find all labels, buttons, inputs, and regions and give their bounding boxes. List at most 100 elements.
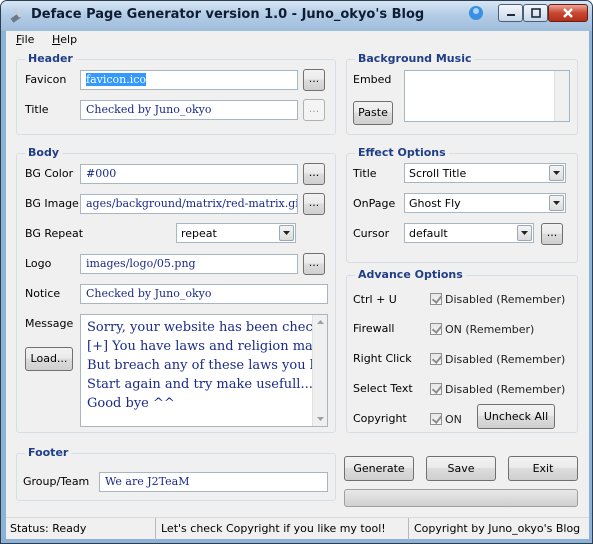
chevron-down-icon[interactable] xyxy=(549,195,564,211)
right-click-value: Disabled (Remember) xyxy=(445,353,566,366)
bg-image-input[interactable]: ages/background/matrix/red-matrix.gif xyxy=(80,194,298,214)
bg-repeat-label: BG Repeat xyxy=(25,227,84,240)
onpage-label: OnPage xyxy=(353,197,396,210)
embed-textarea[interactable] xyxy=(404,70,570,122)
advance-options-title: Advance Options xyxy=(355,268,466,281)
logo-label: Logo xyxy=(25,257,52,270)
notice-input[interactable]: Checked by Juno_okyo xyxy=(80,284,328,304)
menu-file-label: ile xyxy=(21,33,35,46)
effect-options-title: Effect Options xyxy=(355,146,449,159)
cursor-browse-button[interactable]: ... xyxy=(541,223,563,245)
checkbox-checked-icon[interactable] xyxy=(430,323,442,335)
favicon-input[interactable]: favicon.ico xyxy=(80,70,298,90)
firewall-checkbox[interactable]: ON (Remember) xyxy=(430,323,534,336)
favicon-input-value: favicon.ico xyxy=(86,73,147,86)
orb-icon[interactable] xyxy=(465,4,487,22)
notice-label: Notice xyxy=(25,287,61,300)
bg-color-input[interactable]: #000 xyxy=(80,164,298,184)
embed-scrollbar[interactable] xyxy=(554,71,569,121)
select-text-checkbox[interactable]: Disabled (Remember) xyxy=(430,383,565,396)
select-text-label: Select Text xyxy=(353,382,413,395)
message-textarea[interactable]: Sorry, your website has been check [+] Y… xyxy=(80,314,328,427)
title-browse-button[interactable]: ... xyxy=(303,99,325,121)
chevron-down-icon[interactable] xyxy=(279,225,294,241)
copyright-checkbox[interactable]: ON xyxy=(430,413,462,426)
paste-button[interactable]: Paste xyxy=(353,101,393,125)
chevron-down-icon[interactable] xyxy=(549,165,564,181)
message-line: Sorry, your website has been check xyxy=(87,320,321,335)
firewall-value: ON (Remember) xyxy=(445,323,535,336)
menu-help-label: elp xyxy=(60,33,78,46)
scroll-down-icon[interactable] xyxy=(314,415,327,423)
bg-image-browse-button[interactable]: ... xyxy=(303,193,325,215)
maximize-icon xyxy=(530,8,541,18)
message-line: [+] You have laws and religion make xyxy=(87,339,328,354)
exit-button[interactable]: Exit xyxy=(508,456,578,481)
copyright-label: Copyright xyxy=(353,412,407,425)
checkbox-checked-icon[interactable] xyxy=(430,353,442,365)
firewall-label: Firewall xyxy=(353,322,395,335)
message-scrollbar[interactable] xyxy=(312,315,327,426)
title-input[interactable]: Checked by Juno_okyo xyxy=(80,100,298,120)
chevron-down-icon[interactable] xyxy=(517,225,532,241)
checkbox-checked-icon[interactable] xyxy=(430,413,442,425)
cursor-select[interactable]: default xyxy=(404,223,534,243)
ctrl-u-checkbox[interactable]: Disabled (Remember) xyxy=(430,293,565,306)
scroll-up-icon[interactable] xyxy=(314,318,327,326)
close-button[interactable] xyxy=(548,4,588,22)
message-line: Good bye ^^ xyxy=(87,396,175,411)
uncheck-all-button[interactable]: Uncheck All xyxy=(477,404,555,429)
logo-browse-button[interactable]: ... xyxy=(303,253,325,275)
bg-image-label: BG Image xyxy=(25,197,79,210)
bg-color-picker-button[interactable]: ... xyxy=(303,163,325,185)
ctrl-u-value: Disabled (Remember) xyxy=(445,293,566,306)
checkbox-checked-icon[interactable] xyxy=(430,383,442,395)
menu-bar: File Help xyxy=(6,31,589,49)
bg-color-label: BG Color xyxy=(25,167,74,180)
checkbox-checked-icon[interactable] xyxy=(430,293,442,305)
message-label: Message xyxy=(25,317,74,330)
message-line: But breach any of these laws you be xyxy=(87,358,326,373)
onpage-select[interactable]: Ghost Fly xyxy=(404,193,566,213)
select-text-value: Disabled (Remember) xyxy=(445,383,566,396)
copyright-value: ON xyxy=(445,413,462,426)
group-team-input[interactable]: We are J2TeaM xyxy=(99,472,328,492)
close-icon xyxy=(563,8,573,18)
embed-label: Embed xyxy=(353,73,392,86)
right-click-label: Right Click xyxy=(353,352,412,365)
ctrl-u-label: Ctrl + U xyxy=(353,293,397,306)
status-message: Let's check Copyright if you like my too… xyxy=(157,518,409,540)
cursor-value: default xyxy=(409,227,448,240)
minimize-icon xyxy=(506,14,515,16)
save-button[interactable]: Save xyxy=(426,456,496,481)
maximize-button[interactable] xyxy=(523,4,548,22)
background-music-title: Background Music xyxy=(355,52,475,65)
bg-repeat-select[interactable]: repeat xyxy=(176,223,296,243)
status-copyright: Copyright by Juno_okyo's Blog xyxy=(414,522,581,535)
menu-help[interactable]: Help xyxy=(52,33,77,46)
right-click-checkbox[interactable]: Disabled (Remember) xyxy=(430,353,565,366)
body-group-title: Body xyxy=(25,146,62,159)
load-message-button[interactable]: Load... xyxy=(25,347,73,371)
header-group-title: Header xyxy=(25,52,76,65)
status-ready: Status: Ready xyxy=(6,518,156,540)
cursor-label: Cursor xyxy=(353,227,390,240)
minimize-button[interactable] xyxy=(498,4,523,22)
favicon-label: Favicon xyxy=(25,73,67,86)
bg-repeat-value: repeat xyxy=(181,227,217,240)
generate-button[interactable]: Generate xyxy=(344,456,414,481)
effect-title-value: Scroll Title xyxy=(409,167,467,180)
onpage-value: Ghost Fly xyxy=(409,197,461,210)
message-line: Start again and try make usefull... xyxy=(87,377,313,392)
footer-group-title: Footer xyxy=(25,446,72,459)
client-area: Header Favicon favicon.ico ... Title Che… xyxy=(6,49,589,517)
window-title: Deface Page Generator version 1.0 - Juno… xyxy=(31,7,425,22)
effect-title-label: Title xyxy=(353,167,377,180)
app-window: Deface Page Generator version 1.0 - Juno… xyxy=(0,0,593,544)
logo-input[interactable]: images/logo/05.png xyxy=(80,254,298,274)
menu-file[interactable]: File xyxy=(16,33,34,46)
title-bar[interactable]: Deface Page Generator version 1.0 - Juno… xyxy=(1,1,592,31)
effect-title-select[interactable]: Scroll Title xyxy=(404,163,566,183)
favicon-browse-button[interactable]: ... xyxy=(303,69,325,91)
progress-bar xyxy=(344,489,578,507)
